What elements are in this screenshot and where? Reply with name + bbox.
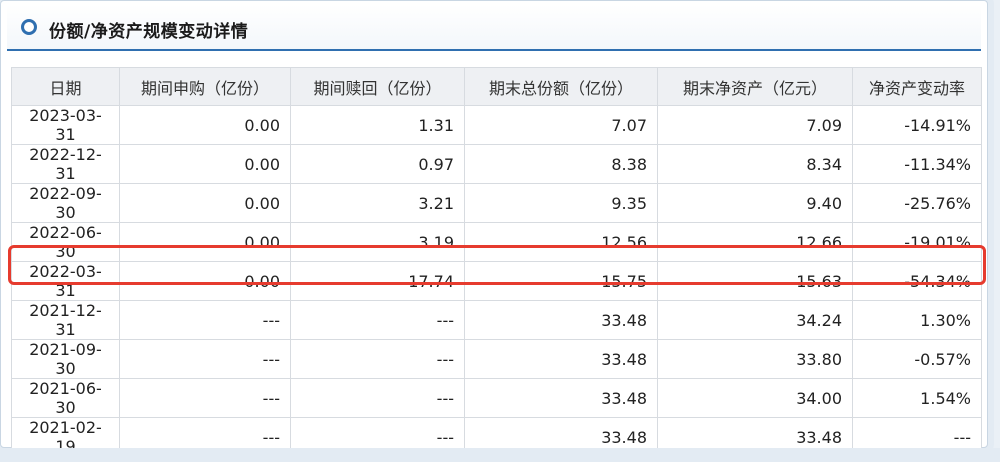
cell-net-assets: 7.09: [657, 105, 853, 145]
cell-total-shares: 33.48: [464, 378, 658, 418]
cell-redemption: 3.19: [290, 222, 465, 262]
cell-date: 2022-09-30: [11, 183, 120, 223]
cell-subscription: 0.00: [119, 144, 291, 184]
panel-header: 份额/净资产规模变动详情: [7, 5, 981, 51]
cell-total-shares: 8.38: [464, 144, 658, 184]
cell-change-rate: 1.30%: [852, 300, 982, 340]
cell-subscription: ---: [119, 339, 291, 379]
circle-bullet-icon: [21, 19, 37, 35]
cell-redemption: 1.31: [290, 105, 465, 145]
cell-date: 2022-12-31: [11, 144, 120, 184]
table-header-row: 日期 期间申购（亿份） 期间赎回（亿份） 期末总份额（亿份） 期末净资产（亿元）…: [11, 67, 982, 106]
fund-size-panel: 份额/净资产规模变动详情 日期 期间申购（亿份） 期间赎回（亿份） 期末总份额（…: [0, 0, 988, 457]
column-header-date[interactable]: 日期: [11, 67, 120, 106]
cell-total-shares: 15.75: [464, 261, 658, 301]
cell-net-assets: 34.24: [657, 300, 853, 340]
cell-subscription: ---: [119, 300, 291, 340]
cell-subscription: ---: [119, 378, 291, 418]
cell-date: 2022-03-31: [11, 261, 120, 301]
column-header-total-shares[interactable]: 期末总份额（亿份）: [464, 67, 658, 106]
cell-date: 2023-03-31: [11, 105, 120, 145]
panel-title: 份额/净资产规模变动详情: [49, 22, 249, 42]
bottom-strip: [0, 448, 1000, 462]
cell-change-rate: -0.57%: [852, 339, 982, 379]
cell-subscription: 0.00: [119, 183, 291, 223]
table-row: 2021-12-31 --- --- 33.48 34.24 1.30%: [11, 300, 982, 340]
table-row-highlighted: 2022-03-31 0.00 17.74 15.75 15.63 -54.34…: [11, 261, 982, 301]
cell-date: 2021-06-30: [11, 378, 120, 418]
cell-total-shares: 9.35: [464, 183, 658, 223]
table-row: 2022-09-30 0.00 3.21 9.35 9.40 -25.76%: [11, 183, 982, 223]
cell-subscription: 0.00: [119, 222, 291, 262]
cell-change-rate: 1.54%: [852, 378, 982, 418]
cell-net-assets: 15.63: [657, 261, 853, 301]
cell-total-shares: 12.56: [464, 222, 658, 262]
cell-net-assets: 9.40: [657, 183, 853, 223]
cell-redemption: ---: [290, 300, 465, 340]
cell-redemption: 0.97: [290, 144, 465, 184]
header-underline: [7, 49, 277, 51]
fund-size-table: 日期 期间申购（亿份） 期间赎回（亿份） 期末总份额（亿份） 期末净资产（亿元）…: [11, 67, 982, 457]
cell-subscription: 0.00: [119, 261, 291, 301]
table-row: 2022-12-31 0.00 0.97 8.38 8.34 -11.34%: [11, 144, 982, 184]
cell-net-assets: 34.00: [657, 378, 853, 418]
cell-date: 2021-09-30: [11, 339, 120, 379]
column-header-change-rate[interactable]: 净资产变动率: [852, 67, 982, 106]
cell-total-shares: 33.48: [464, 339, 658, 379]
cell-redemption: 3.21: [290, 183, 465, 223]
cell-change-rate: -19.01%: [852, 222, 982, 262]
cell-total-shares: 33.48: [464, 300, 658, 340]
cell-date: 2022-06-30: [11, 222, 120, 262]
cell-redemption: ---: [290, 339, 465, 379]
cell-change-rate: -25.76%: [852, 183, 982, 223]
column-header-subscription[interactable]: 期间申购（亿份）: [119, 67, 291, 106]
cell-net-assets: 33.80: [657, 339, 853, 379]
column-header-redemption[interactable]: 期间赎回（亿份）: [290, 67, 465, 106]
cell-subscription: 0.00: [119, 105, 291, 145]
cell-change-rate: -11.34%: [852, 144, 982, 184]
table-row: 2021-09-30 --- --- 33.48 33.80 -0.57%: [11, 339, 982, 379]
cell-redemption: 17.74: [290, 261, 465, 301]
table-row: 2021-06-30 --- --- 33.48 34.00 1.54%: [11, 378, 982, 418]
table-row: 2022-06-30 0.00 3.19 12.56 12.66 -19.01%: [11, 222, 982, 262]
cell-net-assets: 12.66: [657, 222, 853, 262]
cell-change-rate: -14.91%: [852, 105, 982, 145]
cell-net-assets: 8.34: [657, 144, 853, 184]
cell-redemption: ---: [290, 378, 465, 418]
column-header-net-assets[interactable]: 期末净资产（亿元）: [657, 67, 853, 106]
cell-change-rate: -54.34%: [852, 261, 982, 301]
cell-date: 2021-12-31: [11, 300, 120, 340]
cell-total-shares: 7.07: [464, 105, 658, 145]
table-row: 2023-03-31 0.00 1.31 7.07 7.09 -14.91%: [11, 105, 982, 145]
